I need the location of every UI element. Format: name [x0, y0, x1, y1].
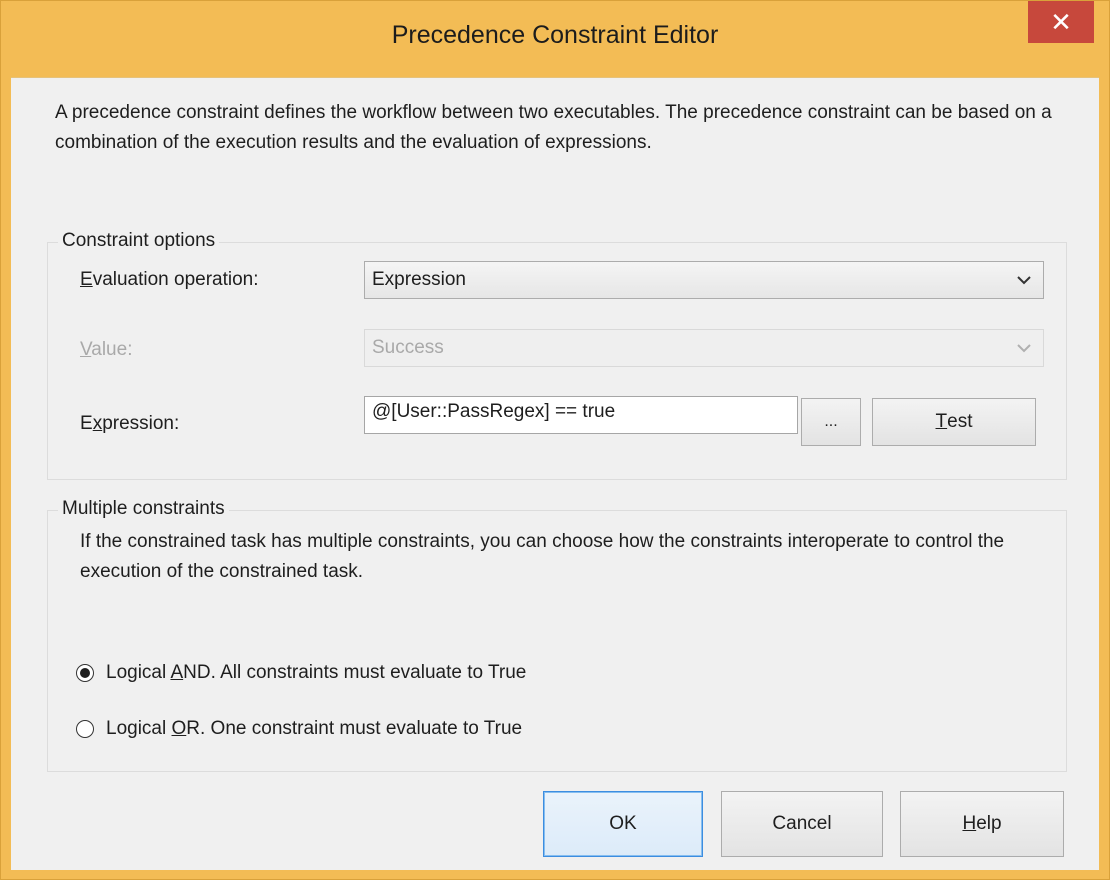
title-bar[interactable]: Precedence Constraint Editor ✕	[1, 1, 1109, 77]
dialog-client-area: A precedence constraint defines the work…	[11, 77, 1099, 870]
chevron-down-icon	[1017, 276, 1031, 285]
radio-button-checked[interactable]	[76, 664, 94, 682]
expression-builder-button[interactable]: ...	[801, 398, 861, 446]
value-select-value: Success	[372, 337, 444, 358]
cancel-button[interactable]: Cancel	[721, 791, 883, 857]
ok-button[interactable]: OK	[543, 791, 703, 857]
evaluation-operation-value: Expression	[372, 269, 466, 290]
multiple-constraints-description: If the constrained task has multiple con…	[80, 531, 1005, 582]
logical-or-radio[interactable]: Logical OR. One constraint must evaluate…	[76, 718, 522, 740]
multiple-constraints-legend: Multiple constraints	[58, 498, 229, 520]
test-button[interactable]: Test	[872, 398, 1036, 446]
multiple-constraints-group: Multiple constraints If the constrained …	[47, 498, 1067, 772]
close-icon: ✕	[1050, 6, 1072, 37]
radio-button-unchecked[interactable]	[76, 720, 94, 738]
evaluation-operation-select[interactable]: Expression	[364, 261, 1044, 299]
dialog-description: A precedence constraint defines the work…	[55, 102, 1052, 153]
logical-or-label: Logical OR. One constraint must evaluate…	[106, 718, 523, 739]
help-button[interactable]: Help	[900, 791, 1064, 857]
dialog-window: Precedence Constraint Editor ✕ A precede…	[0, 0, 1110, 880]
logical-and-radio[interactable]: Logical AND. All constraints must evalua…	[76, 662, 526, 684]
constraint-options-legend: Constraint options	[58, 230, 220, 252]
close-button[interactable]: ✕	[1028, 1, 1094, 43]
value-select[interactable]: Success	[364, 329, 1044, 367]
expression-label: Expression:	[80, 413, 180, 434]
expression-input[interactable]: @[User::PassRegex] == true	[364, 396, 798, 434]
constraint-options-group: Constraint options Evaluation operation:…	[47, 230, 1067, 480]
chevron-down-icon	[1017, 344, 1031, 353]
evaluation-operation-label: Evaluation operation:	[80, 269, 259, 290]
value-label: Value:	[80, 339, 133, 360]
logical-and-label: Logical AND. All constraints must evalua…	[106, 662, 527, 683]
dialog-title: Precedence Constraint Editor	[391, 21, 719, 49]
